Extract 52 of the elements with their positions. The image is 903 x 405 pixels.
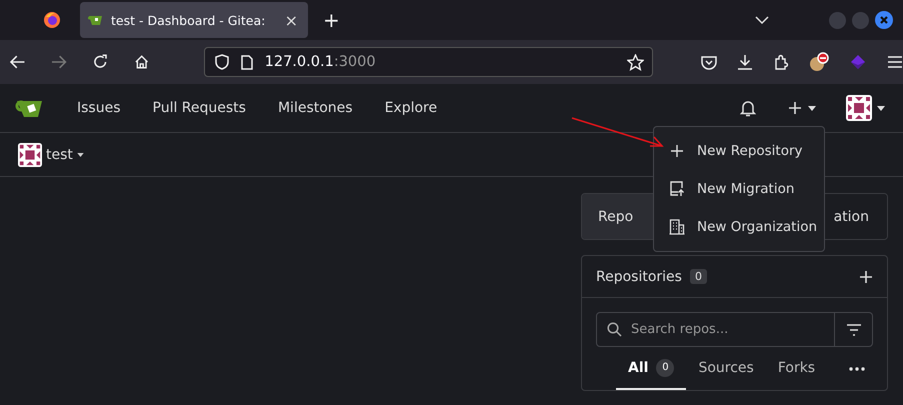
filter-tab[interactable]: All 0: [616, 347, 686, 390]
nav-link[interactable]: Issues: [61, 100, 136, 116]
create-menu-button[interactable]: [788, 101, 816, 115]
browser-logo-icon[interactable]: [43, 11, 61, 29]
panel-title: Repositories: [596, 268, 682, 284]
menu-icon[interactable]: [887, 55, 903, 69]
filter-tab[interactable]: Sources: [686, 347, 766, 390]
extension-icon[interactable]: [809, 52, 830, 72]
filter-tab[interactable]: Forks: [766, 347, 828, 390]
puzzle-icon[interactable]: [773, 54, 790, 70]
import-icon: [669, 181, 685, 197]
filter-icon: [846, 324, 862, 336]
close-tab-button[interactable]: ×: [284, 10, 298, 30]
back-icon[interactable]: [10, 55, 26, 69]
plus-icon: [788, 101, 802, 115]
caret-icon: [76, 152, 84, 156]
cup-icon: [88, 14, 104, 26]
nav-link[interactable]: Pull Requests: [136, 100, 262, 116]
chevron-down-icon[interactable]: [755, 16, 769, 24]
new-tab-button[interactable]: +: [323, 8, 340, 32]
star-icon[interactable]: [627, 54, 644, 70]
reload-icon[interactable]: [92, 54, 108, 70]
caret-icon: [808, 106, 816, 110]
tab-title: test - Dashboard - Gitea:: [111, 12, 266, 28]
plus-icon: [669, 144, 685, 158]
url-text: 127.0.0.1:3000: [264, 54, 376, 70]
search-field[interactable]: Search repos...: [596, 312, 835, 347]
home-icon[interactable]: [134, 54, 150, 70]
close-window-icon[interactable]: [875, 11, 893, 29]
nav-link[interactable]: Milestones: [262, 100, 369, 116]
forward-icon[interactable]: [51, 55, 67, 69]
avatar-icon: [18, 142, 42, 166]
menu-item[interactable]: New Repository: [654, 132, 824, 170]
filter-button[interactable]: [835, 312, 873, 347]
more-icon[interactable]: [849, 366, 865, 370]
caret-icon: [877, 106, 885, 110]
count-badge: 0: [690, 269, 707, 284]
user-menu-button[interactable]: [846, 95, 885, 121]
building-icon: [669, 219, 685, 235]
address-bar[interactable]: 127.0.0.1:3000: [204, 47, 654, 77]
pocket-icon[interactable]: [701, 54, 718, 70]
bell-icon[interactable]: [740, 100, 756, 116]
menu-item[interactable]: New Migration: [654, 170, 824, 208]
nav-link[interactable]: Explore: [368, 100, 454, 116]
menu-item[interactable]: New Organization: [654, 208, 824, 246]
browser-tab[interactable]: test - Dashboard - Gitea: ×: [80, 2, 308, 38]
add-icon[interactable]: [859, 270, 873, 284]
shield-icon[interactable]: [214, 54, 229, 70]
download-icon[interactable]: [737, 54, 754, 70]
avatar-icon: [846, 95, 872, 121]
context-switcher[interactable]: test: [18, 142, 84, 166]
page-icon: [240, 54, 253, 70]
